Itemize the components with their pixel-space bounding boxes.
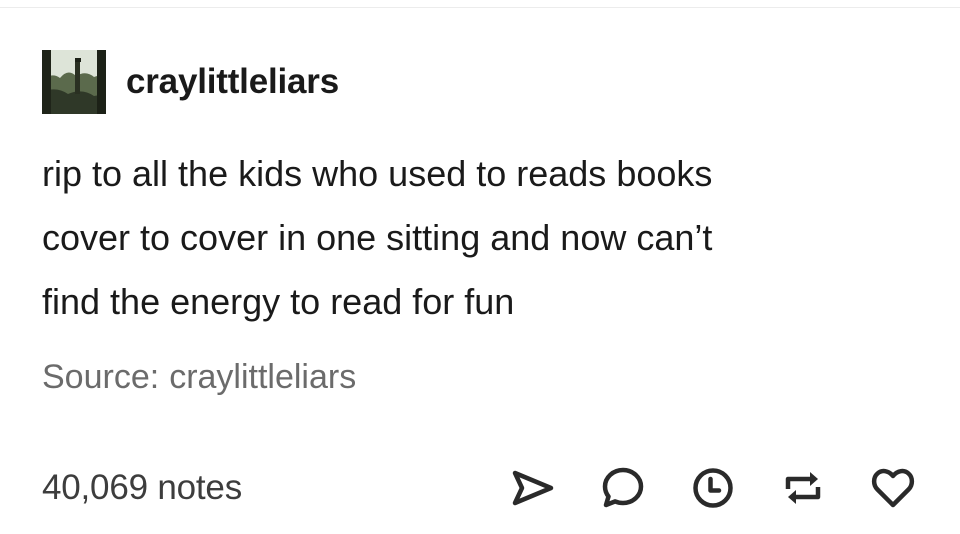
reply-icon bbox=[602, 467, 644, 508]
source-attribution: Source: craylittleliars bbox=[42, 358, 356, 397]
clock-icon bbox=[693, 468, 733, 508]
avatar[interactable] bbox=[42, 50, 106, 114]
notes-count[interactable]: 40,069 notes bbox=[42, 468, 242, 508]
post-actions bbox=[508, 463, 918, 513]
avatar-image bbox=[42, 50, 106, 114]
post-footer: 40,069 notes bbox=[42, 458, 918, 518]
reblog-icon bbox=[785, 472, 821, 504]
reblog-button[interactable] bbox=[778, 463, 828, 513]
post-text-line: find the energy to read for fun bbox=[42, 281, 515, 322]
queue-button[interactable] bbox=[688, 463, 738, 513]
heart-icon bbox=[871, 468, 915, 508]
like-button[interactable] bbox=[868, 463, 918, 513]
post-body: rip to all the kids who used to reads bo… bbox=[42, 142, 922, 334]
share-button[interactable] bbox=[508, 463, 558, 513]
username[interactable]: craylittleliars bbox=[126, 62, 339, 102]
reply-button[interactable] bbox=[598, 463, 648, 513]
post-text-line: rip to all the kids who used to reads bo… bbox=[42, 153, 713, 194]
source-link[interactable]: craylittleliars bbox=[169, 358, 356, 397]
post-text-line: cover to cover in one sitting and now ca… bbox=[42, 217, 713, 258]
source-label: Source: bbox=[42, 358, 160, 396]
post-header: craylittleliars bbox=[42, 50, 339, 114]
top-divider bbox=[0, 7, 960, 8]
share-icon bbox=[512, 470, 554, 506]
